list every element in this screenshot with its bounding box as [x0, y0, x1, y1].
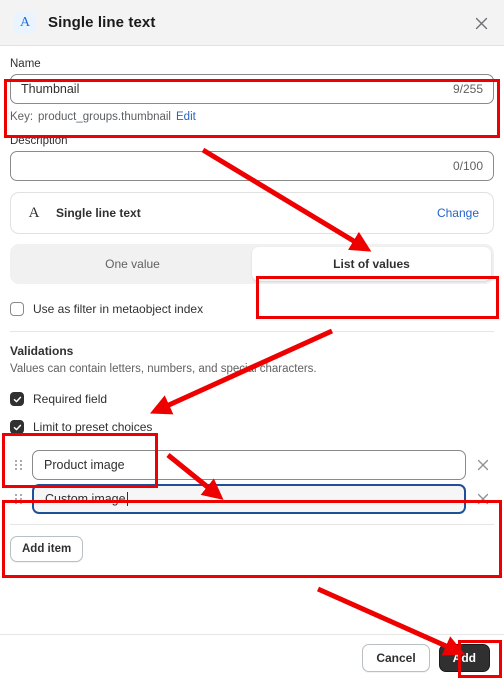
field-type-card: A Single line text Change [10, 192, 494, 234]
preset-item-value-2: Custom image [45, 492, 126, 506]
section-divider [10, 331, 494, 332]
field-type-name: Single line text [56, 206, 141, 220]
preset-choices-list: Product image Custom image [10, 448, 494, 516]
segment-list-of-values[interactable]: List of values [252, 247, 491, 281]
name-char-counter: 9/255 [452, 82, 483, 96]
name-label: Name [10, 58, 41, 70]
remove-preset-item-2-button[interactable] [472, 488, 494, 510]
preset-item-value-1: Product image [44, 458, 125, 472]
close-button[interactable] [468, 10, 494, 36]
close-icon [477, 459, 489, 471]
filter-checkbox-row[interactable]: Use as filter in metaobject index [10, 298, 494, 320]
validations-help-text: Values can contain letters, numbers, and… [10, 363, 317, 375]
filter-checkbox-label: Use as filter in metaobject index [33, 302, 204, 316]
description-input[interactable]: 0/100 [10, 151, 494, 181]
segment-one-value[interactable]: One value [13, 247, 252, 281]
modal-header: A Single line text [0, 0, 504, 46]
list-divider [10, 524, 494, 525]
validations-title: Validations [10, 344, 74, 358]
check-icon [13, 396, 21, 402]
add-button[interactable]: Add [438, 643, 490, 672]
required-field-row[interactable]: Required field [10, 388, 494, 410]
required-field-label: Required field [33, 392, 108, 406]
limit-preset-label: Limit to preset choices [33, 420, 153, 434]
modal-body: Name Thumbnail 9/255 Key: product_groups… [0, 46, 504, 634]
value-mode-segmented-control: One value List of values [10, 244, 494, 284]
key-line: Key: product_groups.thumbnail Edit [10, 111, 494, 123]
checkbox-use-as-filter[interactable] [10, 302, 24, 316]
key-label: Key: [10, 111, 34, 123]
drag-handle-icon[interactable] [10, 490, 26, 508]
modal-title: Single line text [48, 14, 156, 31]
description-char-counter: 0/100 [452, 159, 483, 173]
limit-preset-row[interactable]: Limit to preset choices [10, 416, 494, 438]
preset-item-input-2[interactable]: Custom image [32, 484, 466, 514]
checkbox-limit-to-preset-choices[interactable] [10, 420, 24, 434]
add-item-button[interactable]: Add item [10, 536, 84, 562]
list-item: Product image [10, 448, 494, 482]
change-type-link[interactable]: Change [437, 206, 479, 220]
name-input-value: Thumbnail [21, 82, 80, 96]
close-icon [475, 17, 487, 29]
remove-preset-item-1-button[interactable] [472, 454, 494, 476]
modal-footer: Cancel Add [0, 634, 504, 680]
letter-a-icon: A [14, 11, 36, 34]
name-input[interactable]: Thumbnail 9/255 [10, 74, 494, 104]
check-icon [13, 424, 21, 430]
text-caret [126, 492, 128, 506]
list-item: Custom image [10, 482, 494, 516]
drag-handle-icon[interactable] [10, 456, 26, 474]
cancel-button[interactable]: Cancel [362, 643, 430, 672]
key-value: product_groups.thumbnail [38, 111, 171, 123]
letter-a-serif-icon: A [28, 204, 40, 221]
close-icon [477, 493, 489, 505]
checkbox-required-field[interactable] [10, 392, 24, 406]
description-label: Description [10, 135, 68, 147]
preset-item-input-1[interactable]: Product image [32, 450, 466, 480]
edit-key-link[interactable]: Edit [176, 111, 196, 123]
